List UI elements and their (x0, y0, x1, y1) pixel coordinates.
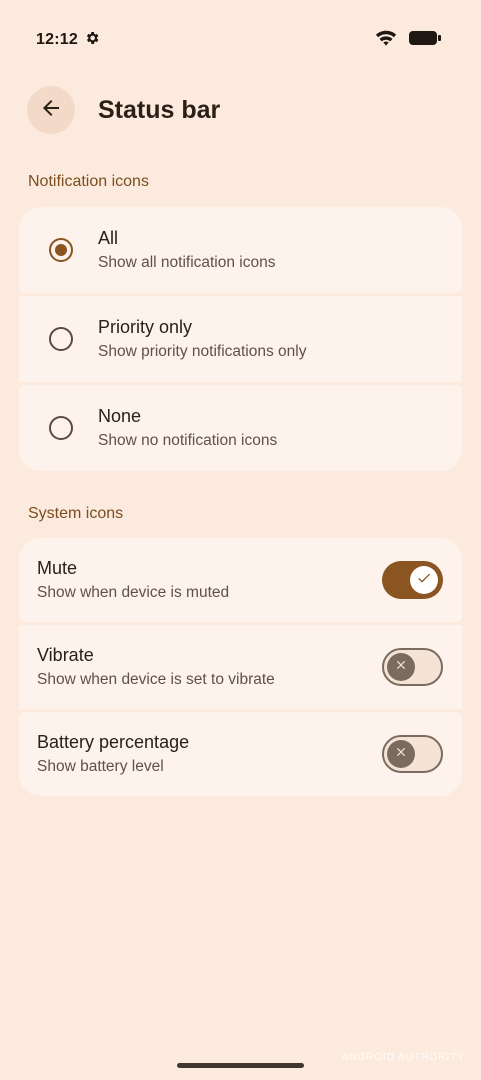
close-icon (394, 745, 408, 764)
radio-option-all[interactable]: All Show all notification icons (19, 207, 462, 293)
option-title: All (98, 228, 119, 248)
toggle-subtitle: Show battery level (37, 758, 164, 775)
radio-option-priority-only[interactable]: Priority only Show priority notification… (19, 296, 462, 382)
toggle-row-battery-percentage[interactable]: Battery percentage Show battery level (19, 712, 462, 796)
option-title: Priority only (98, 317, 193, 337)
back-arrow-icon (39, 96, 63, 125)
clock: 12:12 (36, 31, 78, 48)
switch-thumb (410, 566, 438, 594)
radio-button-unselected[interactable] (49, 416, 73, 440)
notification-icons-group: All Show all notification icons Priority… (19, 207, 462, 471)
option-title: None (98, 406, 142, 426)
radio-option-none[interactable]: None Show no notification icons (19, 385, 462, 471)
status-bar-settings-screen: 12:12 Status bar Notification icons All … (0, 0, 481, 1080)
app-header: Status bar (27, 86, 220, 134)
toggle-subtitle: Show when device is muted (37, 584, 230, 601)
toggle-row-mute[interactable]: Mute Show when device is muted (19, 538, 462, 622)
notification-icons-section-label: Notification icons (28, 173, 149, 190)
option-subtitle: Show no notification icons (98, 432, 278, 449)
system-status-bar: 12:12 (36, 26, 441, 54)
option-subtitle: Show all notification icons (98, 254, 276, 271)
wifi-icon (375, 29, 397, 52)
gesture-nav-handle[interactable] (177, 1063, 304, 1068)
toggle-row-vibrate[interactable]: Vibrate Show when device is set to vibra… (19, 625, 462, 709)
toggle-title: Mute (37, 558, 78, 578)
battery-icon (409, 30, 441, 51)
vibrate-switch[interactable] (382, 648, 443, 686)
toggle-title: Battery percentage (37, 732, 190, 752)
system-icons-section-label: System icons (28, 505, 124, 522)
close-icon (394, 658, 408, 677)
settings-gear-icon (84, 30, 100, 51)
mute-switch[interactable] (382, 561, 443, 599)
watermark: ANDROID AUTHORITY (341, 1052, 465, 1063)
switch-thumb (387, 740, 415, 768)
system-icons-group: Mute Show when device is muted Vibrate S… (19, 538, 462, 796)
option-subtitle: Show priority notifications only (98, 343, 307, 360)
battery-percentage-switch[interactable] (382, 735, 443, 773)
radio-button-selected[interactable] (49, 238, 73, 262)
radio-button-unselected[interactable] (49, 327, 73, 351)
switch-thumb (387, 653, 415, 681)
toggle-subtitle: Show when device is set to vibrate (37, 671, 275, 688)
back-button[interactable] (27, 86, 75, 134)
page-title: Status bar (98, 95, 221, 124)
toggle-title: Vibrate (37, 645, 94, 665)
check-icon (416, 570, 432, 591)
